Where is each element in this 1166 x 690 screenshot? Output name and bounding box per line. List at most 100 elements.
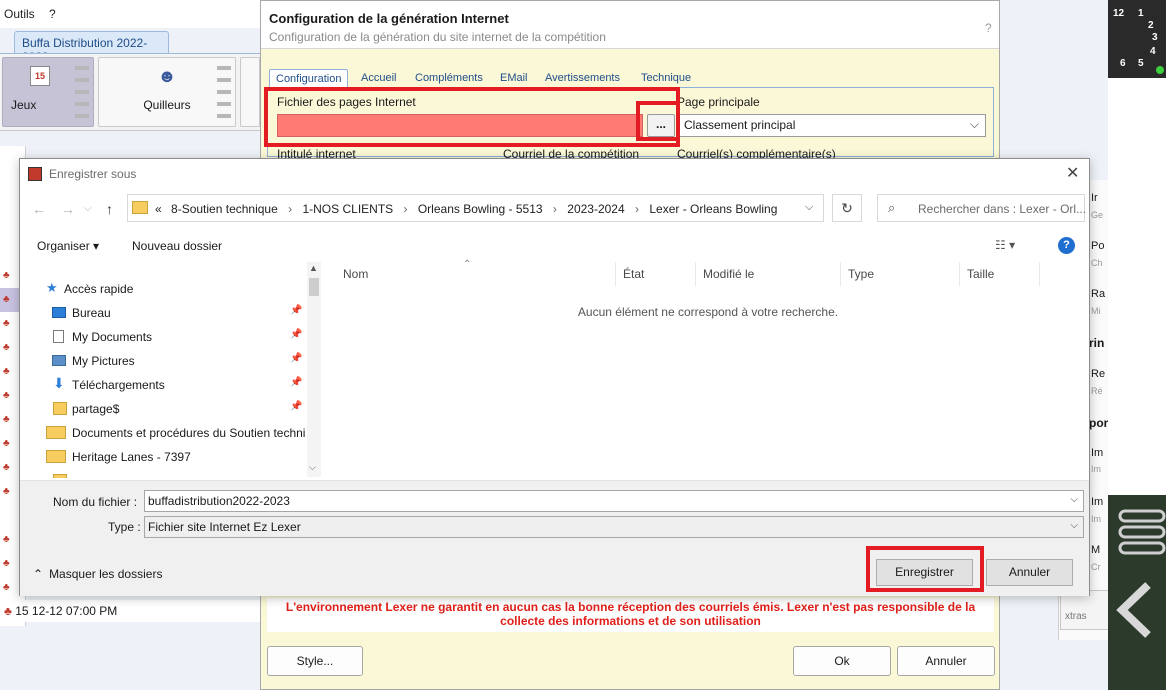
side-dark-decoration [1108,495,1166,690]
extras-button[interactable]: xtras [1060,590,1110,630]
action-fragment[interactable]: Re [1091,368,1105,380]
nav-label: partage$ [72,402,120,416]
tab-configuration[interactable]: Configuration [269,69,349,89]
gauge-number: 3 [1152,32,1158,43]
grip [75,114,89,118]
tab-email[interactable]: EMail [494,69,534,89]
hide-folders-button[interactable]: ⌃ Masquer les dossiers [33,567,162,581]
nav-item-quick-access[interactable]: ★ Accès rapide [20,278,305,300]
column-name[interactable]: Nom [343,267,368,281]
style-button[interactable]: Style... [267,646,363,676]
browse-button[interactable]: ... [647,114,675,137]
chevron-down-icon[interactable]: ⌵ [805,201,813,214]
action-fragment: Ge [1091,210,1104,220]
clock-gauge-icon: 12 1 2 3 4 5 6 [1108,0,1166,78]
breadcrumb-item[interactable]: 2023-2024 [567,202,624,216]
file-type-select[interactable]: Fichier site Internet Ez Lexer ⌵ [144,516,1084,538]
nav-item-bureau[interactable]: Bureau 📌 [20,302,305,324]
menu-outils[interactable]: Outils [4,7,35,21]
sort-up-icon: ⌃ [463,259,472,270]
pages-file-input[interactable] [277,114,643,137]
column-separator [615,262,616,286]
scroll-up-icon[interactable]: ▲ [309,263,318,273]
tab-complements[interactable]: Compléments [409,69,489,89]
menu-help[interactable]: ? [49,7,56,21]
star-icon: ★ [46,280,58,295]
gauge-number: 2 [1148,20,1154,31]
filename-field[interactable]: buffadistribution2022-2023 ⌵ [144,490,1084,512]
gauge-number: 12 [1113,8,1125,19]
back-arrow-icon[interactable]: ← [32,201,46,217]
scroll-down-icon[interactable]: ⌵ [309,462,316,473]
breadcrumb-overflow[interactable]: « [155,202,162,216]
shared-folder-icon [46,426,66,439]
column-size[interactable]: Taille [967,267,994,281]
column-modified[interactable]: Modifié le [703,267,754,281]
nav-item-heritage-lanes[interactable]: Heritage Lanes - 7397 [20,446,305,468]
main-page-select[interactable]: Classement principal ⌵ [677,114,986,137]
breadcrumb-item[interactable]: Lexer - Orleans Bowling [649,202,777,216]
tab-accueil[interactable]: Accueil [355,69,402,89]
competition-tab[interactable]: Buffa Distribution 2022-2023 [14,31,169,64]
extras-label: xtras [1065,611,1087,622]
filename-label: Nom du fichier : [53,495,138,509]
chevron-down-icon[interactable]: ⌵ [1070,494,1078,505]
tab-avertissements[interactable]: Avertissements [539,69,626,89]
column-state[interactable]: État [623,267,644,281]
list-row-last[interactable]: ♣ 15 12-12 07:00 PM [0,600,260,622]
search-placeholder: Rechercher dans : Lexer - Orl... [918,202,1087,216]
column-separator [1039,262,1040,286]
nav-item-partial[interactable] [20,470,305,478]
action-fragment[interactable]: Im [1091,447,1103,459]
recent-dropdown-icon[interactable]: ⌵ [84,203,92,214]
breadcrumb-item[interactable]: 1-NOS CLIENTS [302,202,393,216]
save-button[interactable]: Enregistrer [876,559,973,586]
ribbon-button-partial[interactable] [240,57,260,127]
gauge-number: 6 [1120,58,1126,69]
file-list: Nom ⌃ État Modifié le Type Taille Aucun … [323,259,1089,477]
up-arrow-icon[interactable]: ↑ [106,201,113,217]
action-fragment[interactable]: Im [1091,496,1103,508]
nav-item-my-documents[interactable]: My Documents 📌 [20,326,305,348]
grip [75,102,89,106]
close-icon[interactable]: ✕ [1066,163,1079,183]
help-icon[interactable]: ? [985,21,992,35]
action-fragment: Im [1091,514,1101,524]
action-fragment[interactable]: M [1091,544,1100,556]
organize-button[interactable]: Organiser ▾ [37,239,99,253]
refresh-icon[interactable]: ↻ [832,194,862,222]
action-fragment[interactable]: Ir [1091,192,1098,204]
search-input[interactable]: ⌕ Rechercher dans : Lexer - Orl... [877,194,1087,222]
jeux-button[interactable]: 15 Jeux [2,57,94,127]
help-icon[interactable]: ? [1058,237,1075,254]
action-fragment[interactable]: Po [1091,240,1104,252]
view-options-icon[interactable]: ☷ ▾ [995,238,1015,252]
pin-icon: 📌 [290,377,303,388]
breadcrumb-item[interactable]: 8-Soutien technique [171,202,278,216]
nav-item-my-pictures[interactable]: My Pictures 📌 [20,350,305,372]
action-fragment[interactable]: Ra [1091,288,1105,300]
column-type[interactable]: Type [848,267,874,281]
nav-label: My Pictures [72,354,135,368]
address-bar[interactable]: « 8-Soutien technique › 1-NOS CLIENTS › … [127,194,824,222]
forward-arrow-icon[interactable]: → [61,201,75,217]
hide-folders-label: Masquer les dossiers [49,567,163,581]
config-cancel-button[interactable]: Annuler [897,646,995,676]
tab-technique[interactable]: Technique [635,69,697,89]
scroll-thumb[interactable] [309,278,319,296]
nav-item-documents-soutien[interactable]: Documents et procédures du Soutien techn… [20,422,305,444]
action-fragment: Ch [1091,258,1103,268]
action-fragment: Im [1091,464,1101,474]
nav-scrollbar[interactable]: ▲ ⌵ [307,262,321,477]
nav-label: Bureau [72,306,111,320]
column-separator [840,262,841,286]
breadcrumb-item[interactable]: Orleans Bowling - 5513 [418,202,543,216]
nav-item-partage[interactable]: partage$ 📌 [20,398,305,420]
new-folder-button[interactable]: Nouveau dossier [132,239,222,253]
ok-button[interactable]: Ok [793,646,891,676]
list-row-text: 15 12-12 07:00 PM [15,604,118,618]
cancel-button[interactable]: Annuler [986,559,1073,586]
nav-item-downloads[interactable]: ⬇ Téléchargements 📌 [20,374,305,396]
quilleurs-button[interactable]: ☻ Quilleurs [98,57,236,127]
action-fragment: Ré [1091,386,1103,396]
